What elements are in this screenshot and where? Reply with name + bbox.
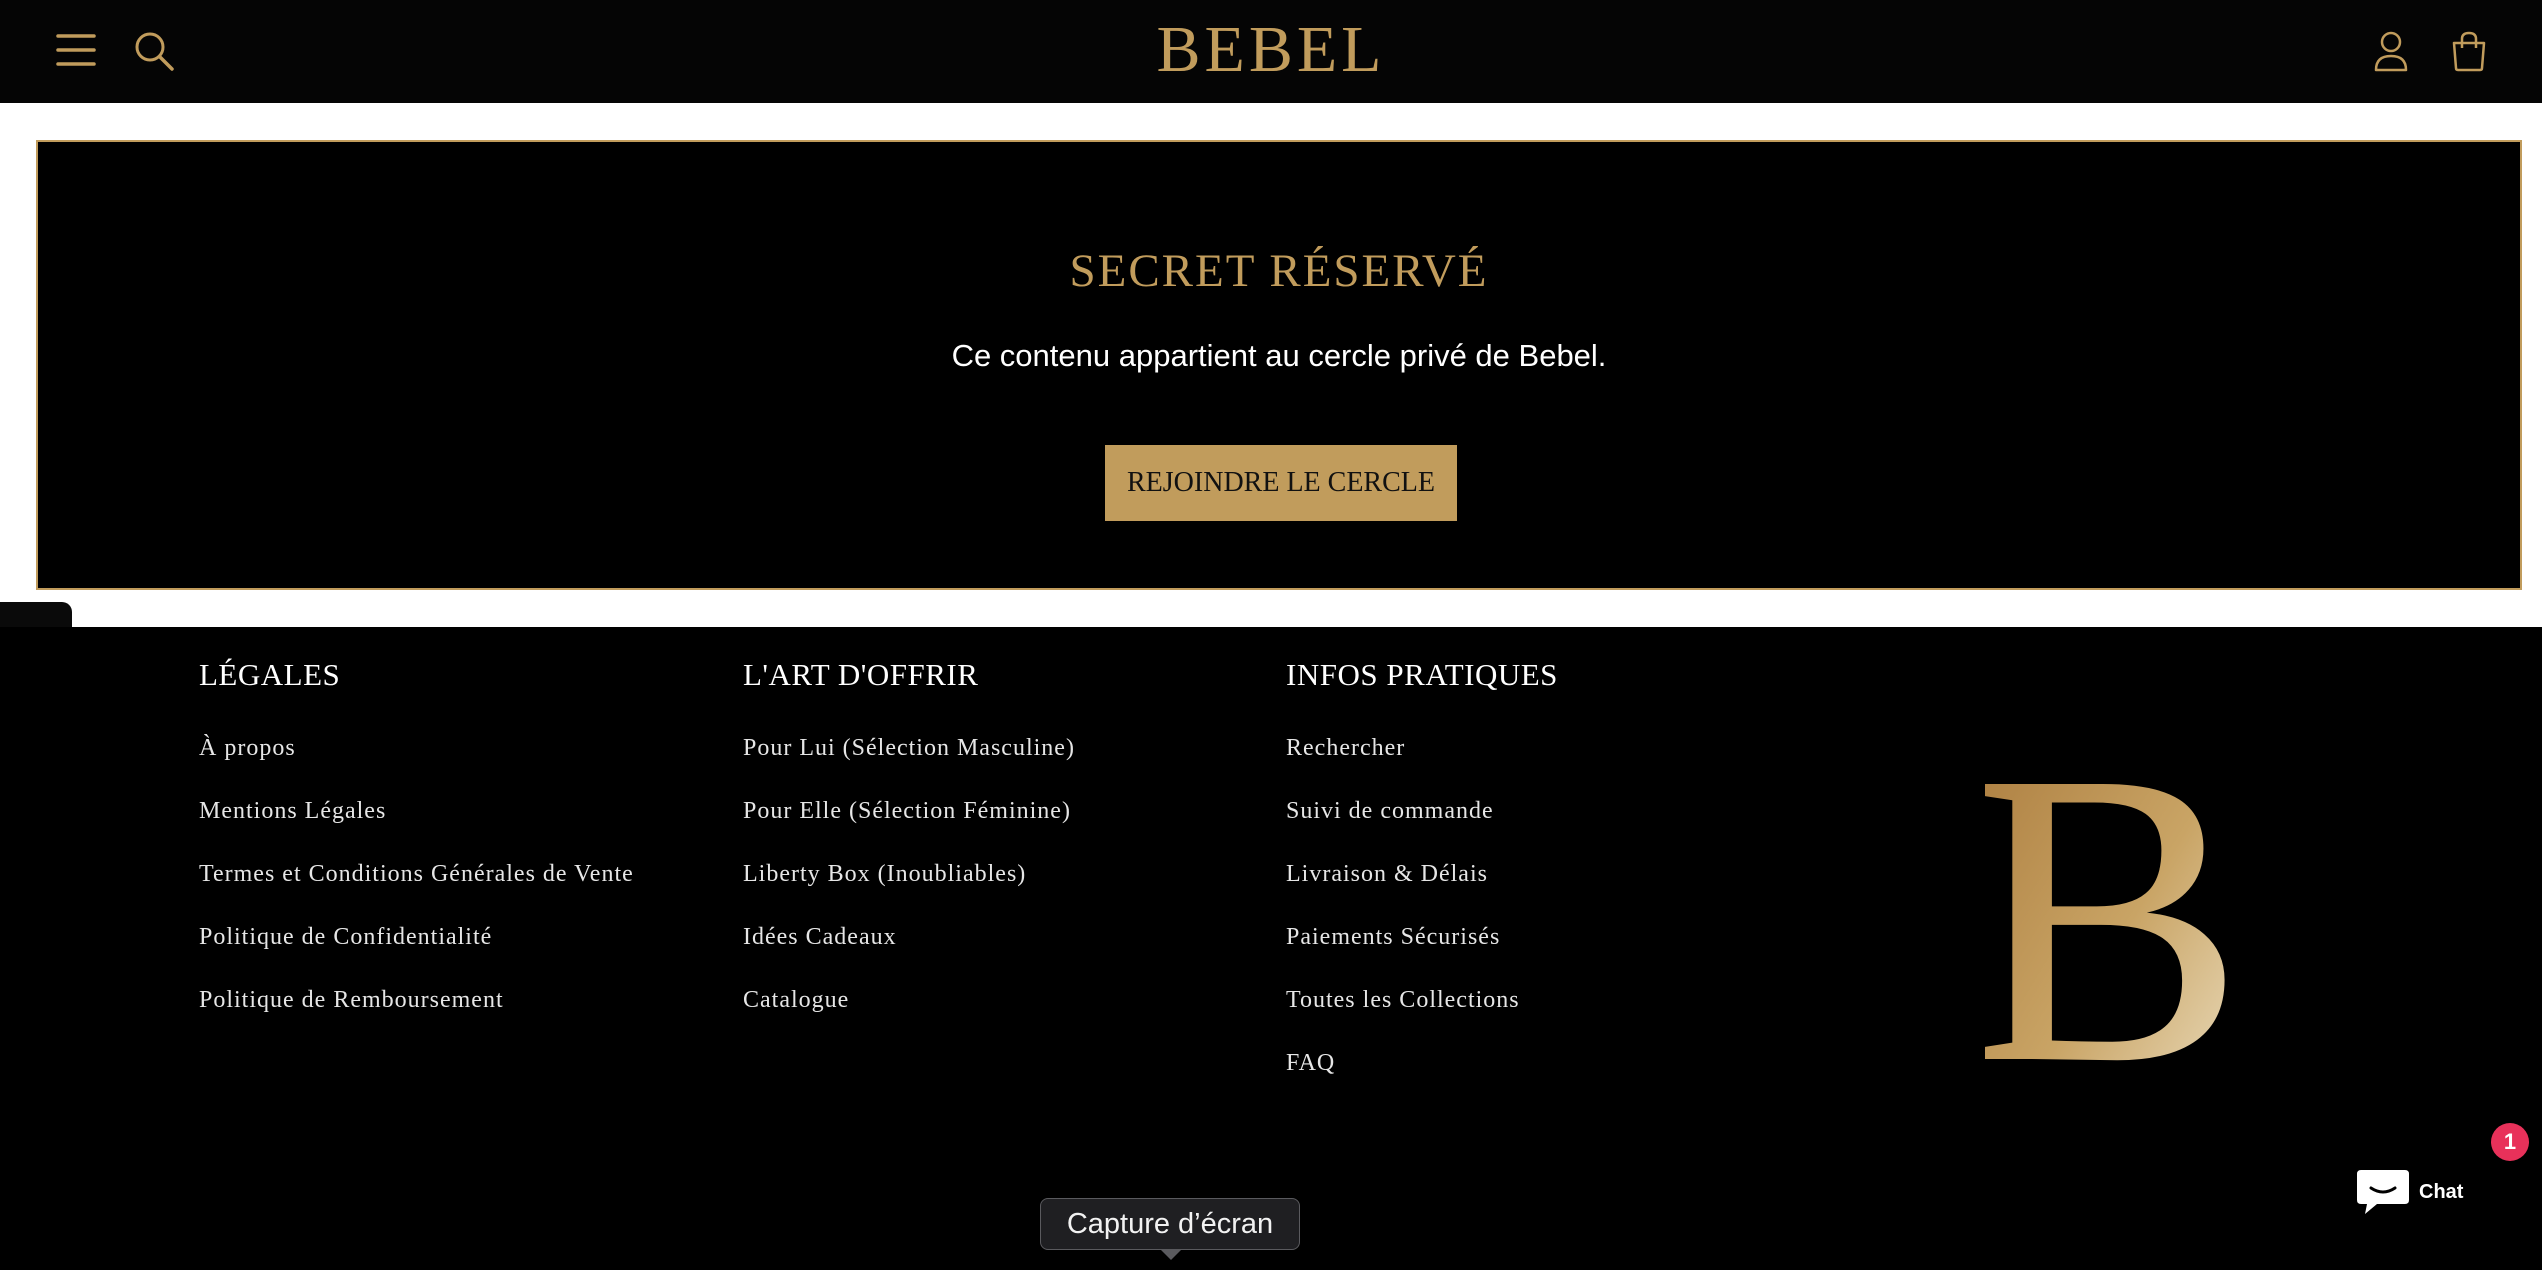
footer-column-art-offrir: L'ART D'OFFRIR Pour Lui (Sélection Mascu… (743, 657, 1075, 1050)
footer-link[interactable]: Toutes les Collections (1286, 987, 1520, 1013)
svg-text:B: B (1985, 747, 2225, 1077)
cart-icon[interactable] (2450, 30, 2488, 72)
footer-column-legales: LÉGALES À propos Mentions Légales Termes… (199, 657, 634, 1050)
footer-link[interactable]: Paiements Sécurisés (1286, 924, 1500, 950)
footer-link[interactable]: Suivi de commande (1286, 798, 1494, 824)
footer-link[interactable]: Pour Elle (Sélection Féminine) (743, 798, 1071, 824)
footer-link[interactable]: Liberty Box (Inoubliables) (743, 861, 1026, 887)
tooltip-arrow (1160, 1249, 1182, 1260)
footer-column-title: LÉGALES (199, 657, 341, 692)
chat-notification-badge: 1 (2491, 1123, 2529, 1161)
footer-link[interactable]: Termes et Conditions Générales de Vente (199, 861, 634, 887)
site-header: BEBEL (0, 0, 2542, 103)
footer-link[interactable]: Politique de Remboursement (199, 987, 504, 1013)
footer-link[interactable]: Livraison & Délais (1286, 861, 1488, 887)
footer-link[interactable]: FAQ (1286, 1050, 1335, 1076)
screenshot-tooltip: Capture d’écran (1040, 1198, 1300, 1250)
footer-column-title: INFOS PRATIQUES (1286, 657, 1558, 692)
chat-launcher[interactable]: Chat (2355, 1152, 2505, 1232)
join-circle-button[interactable]: REJOINDRE LE CERCLE (1105, 445, 1457, 521)
footer-link[interactable]: Politique de Confidentialité (199, 924, 492, 950)
footer-link[interactable]: À propos (199, 735, 296, 761)
footer-link[interactable]: Catalogue (743, 987, 849, 1013)
site-footer: LÉGALES À propos Mentions Légales Termes… (0, 627, 2542, 1270)
private-content-panel: SECRET RÉSERVÉ Ce contenu appartient au … (36, 140, 2522, 590)
account-icon[interactable] (2373, 30, 2409, 72)
locked-title: SECRET RÉSERVÉ (1069, 245, 1489, 297)
locked-message: Ce contenu appartient au cercle privé de… (951, 338, 1607, 373)
brand-monogram: B (1985, 747, 2225, 1077)
footer-link[interactable]: Idées Cadeaux (743, 924, 897, 950)
footer-column-title: L'ART D'OFFRIR (743, 657, 979, 692)
footer-link[interactable]: Rechercher (1286, 735, 1405, 761)
chat-bubble-icon (2357, 1170, 2409, 1214)
footer-link[interactable]: Mentions Légales (199, 798, 386, 824)
footer-link[interactable]: Pour Lui (Sélection Masculine) (743, 735, 1075, 761)
footer-column-infos-pratiques: INFOS PRATIQUES Rechercher Suivi de comm… (1286, 657, 1558, 1113)
chat-label: Chat (2419, 1180, 2464, 1203)
site-logo[interactable]: BEBEL (0, 10, 2542, 90)
